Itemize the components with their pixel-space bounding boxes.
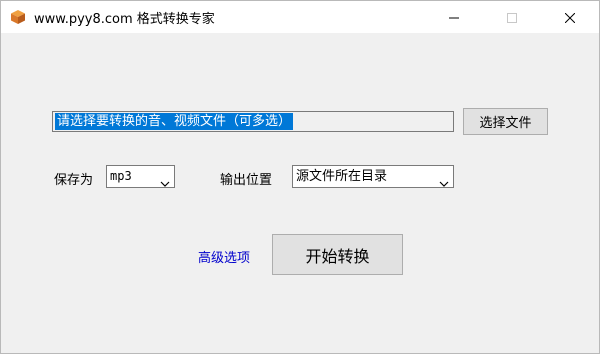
output-location-value: 源文件所在目录 [296, 169, 388, 184]
window-title: www.pyy8.com 格式转换专家 [34, 12, 215, 27]
app-window: www.pyy8.com 格式转换专家 请选择要转换的音、视频文件（可多选） 选… [0, 0, 600, 354]
choose-file-button[interactable]: 选择文件 [463, 108, 548, 135]
package-box-icon [10, 9, 26, 25]
file-path-value: 请选择要转换的音、视频文件（可多选） [55, 113, 294, 130]
advanced-options-link[interactable]: 高级选项 [198, 247, 250, 266]
output-location-label: 输出位置 [220, 173, 273, 188]
minimize-button[interactable] [431, 1, 477, 33]
file-path-input[interactable]: 请选择要转换的音、视频文件（可多选） [52, 111, 454, 132]
chevron-down-icon [160, 173, 170, 187]
maximize-icon [507, 8, 517, 27]
close-button[interactable] [547, 1, 593, 33]
output-location-select[interactable]: 源文件所在目录 [292, 165, 454, 188]
start-convert-button[interactable]: 开始转换 [272, 234, 403, 275]
format-select[interactable]: mp3 [106, 165, 175, 188]
title-bar[interactable]: www.pyy8.com 格式转换专家 [1, 1, 599, 33]
save-as-label: 保存为 [54, 173, 94, 188]
chevron-down-icon [439, 173, 449, 187]
minimize-icon [449, 8, 459, 27]
format-select-value: mp3 [110, 169, 132, 183]
close-icon [564, 8, 576, 27]
maximize-button[interactable] [489, 1, 535, 33]
